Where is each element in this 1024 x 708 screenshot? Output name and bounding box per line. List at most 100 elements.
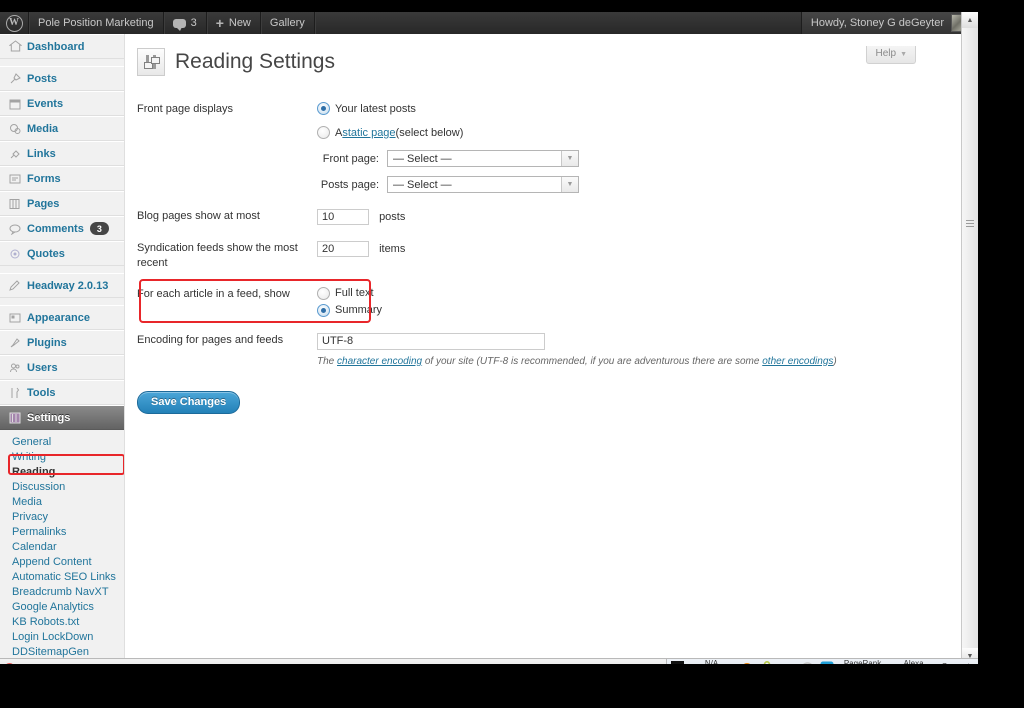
pagerank-indicator[interactable]: PageRank	[840, 658, 886, 664]
front-page-displays-label: Front page displays	[137, 103, 233, 115]
admin-bar-gallery[interactable]: Gallery	[261, 12, 315, 34]
sidebar-item-forms[interactable]: Forms	[0, 166, 124, 191]
static-page-prefix: A	[335, 126, 343, 139]
comment-bubble-icon	[172, 18, 186, 31]
admin-bar-site-name[interactable]: Pole Position Marketing	[29, 12, 164, 34]
sidebar-item-quotes[interactable]: Quotes	[0, 241, 124, 266]
circle-icon[interactable]	[800, 661, 815, 664]
posts-page-select[interactable]: — Select — ▼	[387, 176, 579, 193]
sidebar-subitem-media[interactable]: Media	[0, 494, 124, 509]
character-encoding-link[interactable]: character encoding	[337, 356, 422, 367]
sidebar-item-settings[interactable]: Settings	[0, 405, 132, 430]
submenu-label: General	[12, 435, 52, 448]
sidebar-item-users[interactable]: Users	[0, 355, 124, 380]
stop-icon[interactable]: ■	[4, 662, 15, 664]
sidebar-item-tools[interactable]: Tools	[0, 380, 124, 405]
alexa-indicator[interactable]: Alexa	[891, 659, 937, 664]
chevron-down-icon[interactable]: ▼	[561, 177, 578, 192]
submenu-label: Permalinks	[12, 525, 67, 538]
sidebar-item-posts[interactable]: Posts	[0, 66, 124, 91]
radio-icon[interactable]	[317, 286, 330, 300]
admin-bar-account[interactable]: Howdy, Stoney G deGeyter	[800, 12, 978, 34]
sidebar-subitem-kb-robots-txt[interactable]: KB Robots.txt	[0, 614, 124, 629]
seo-bird-icon[interactable]	[780, 661, 795, 665]
wordpress-logo-button[interactable]: W	[0, 12, 29, 34]
radio-icon[interactable]	[317, 126, 330, 139]
sidebar-subitem-automatic-seo-links[interactable]: Automatic SEO Links	[0, 569, 124, 584]
sidebar-item-pages[interactable]: Pages	[0, 191, 124, 216]
admin-bar-new[interactable]: + New	[207, 12, 261, 34]
submenu-label: Calendar	[12, 540, 57, 553]
help-tab-button[interactable]: Help ▼	[866, 46, 916, 64]
page-header: Reading Settings	[125, 34, 963, 76]
settings-icon	[8, 411, 22, 425]
settings-sliders-icon	[137, 48, 165, 76]
sidebar-subitem-calendar[interactable]: Calendar	[0, 539, 124, 554]
front-page-select[interactable]: — Select — ▼	[387, 150, 579, 167]
save-changes-button[interactable]: Save Changes	[137, 390, 241, 414]
sidebar-subitem-writing[interactable]: Writing	[0, 449, 124, 464]
sidebar-item-appearance[interactable]: Appearance	[0, 305, 124, 330]
sidebar-label: Pages	[27, 197, 60, 210]
plugins-icon	[8, 336, 22, 350]
vertical-scrollbar[interactable]: ▲ ▼	[961, 12, 978, 664]
phone-icon[interactable]: ☎	[670, 660, 684, 664]
submenu-label: Privacy	[12, 510, 49, 523]
sidebar-item-dashboard[interactable]: Dashboard	[0, 34, 124, 59]
sidebar-label: Media	[27, 122, 59, 135]
sidebar-item-media[interactable]: Media	[0, 116, 124, 141]
browser-status-bar: ■ ▼ Done ☎ N/A	[0, 658, 978, 664]
reading-settings-form: Front page displays Your latest posts A …	[137, 94, 837, 375]
sidebar-item-headway[interactable]: Headway 2.0.13	[0, 273, 124, 298]
sidebar-subitem-ddsitemapgen[interactable]: DDSitemapGen	[0, 644, 124, 659]
radio-static-page[interactable]: A static page (select below)	[317, 126, 837, 139]
wp-admin-bar: W Pole Position Marketing 3 + New Galler…	[0, 12, 978, 34]
sidebar-subitem-permalinks[interactable]: Permalinks	[0, 524, 124, 539]
sidebar-subitem-privacy[interactable]: Privacy	[0, 509, 124, 524]
submenu-label: Append Content	[12, 555, 92, 568]
row-encoding: Encoding for pages and feeds The charact…	[137, 325, 837, 375]
sidebar-subitem-google-analytics[interactable]: Google Analytics	[0, 599, 124, 614]
sidebar-item-events[interactable]: Events	[0, 91, 124, 116]
static-page-link[interactable]: static page	[342, 127, 395, 139]
encoding-input[interactable]	[317, 332, 545, 350]
sidebar-item-links[interactable]: Links	[0, 141, 124, 166]
compete-label[interactable]: Compete	[942, 662, 974, 664]
chevron-down-icon[interactable]: ▼	[561, 151, 578, 166]
blog-pages-input[interactable]	[317, 209, 369, 225]
sidebar-subitem-breadcrumb-navxt[interactable]: Breadcrumb NavXT	[0, 584, 124, 599]
row-feed-article: For each article in a feed, show Full te…	[137, 279, 837, 325]
users-icon	[8, 361, 22, 375]
main-content: Help ▼ Reading Settings Front page displa…	[124, 34, 963, 664]
radio-icon-selected[interactable]	[317, 303, 330, 317]
sidebar-subitem-reading[interactable]: Reading	[0, 464, 124, 479]
pagerank-label: PageRank	[843, 658, 882, 664]
syndication-input[interactable]	[317, 241, 369, 257]
admin-bar-comments[interactable]: 3	[164, 12, 207, 34]
form-icon	[8, 172, 22, 186]
appearance-icon	[8, 311, 22, 325]
radio-icon-selected[interactable]	[317, 102, 330, 115]
sidebar-item-comments[interactable]: Comments 3	[0, 216, 124, 241]
scrollbar-thumb-grip-icon[interactable]	[966, 220, 974, 229]
scroll-up-arrow-icon[interactable]: ▲	[962, 12, 978, 28]
static-page-suffix: (select below)	[395, 126, 464, 139]
sidebar-subitem-discussion[interactable]: Discussion	[0, 479, 124, 494]
at-icon[interactable]: @	[820, 661, 835, 664]
radio-summary[interactable]: Summary	[317, 303, 837, 317]
screenshot-root: W Pole Position Marketing 3 + New Galler…	[0, 0, 1024, 708]
ankh-icon[interactable]	[760, 661, 775, 664]
settings-submenu: General Writing Reading Discussion Media…	[0, 430, 124, 664]
sidebar-subitem-login-lockdown[interactable]: Login LockDown	[0, 629, 124, 644]
radio-full-text[interactable]: Full text	[317, 286, 837, 300]
browser-toolbar-addons: ☎ N/A @	[665, 658, 978, 665]
sidebar-subitem-general[interactable]: General	[0, 434, 124, 449]
sidebar-item-plugins[interactable]: Plugins	[0, 330, 124, 355]
other-encodings-link[interactable]: other encodings	[762, 356, 833, 367]
sidebar-subitem-append-content[interactable]: Append Content	[0, 554, 124, 569]
site-name-label: Pole Position Marketing	[38, 17, 154, 29]
quotes-icon	[8, 247, 22, 261]
firefox-icon[interactable]	[740, 661, 755, 664]
radio-your-latest-posts[interactable]: Your latest posts	[317, 102, 837, 115]
na-indicator[interactable]: N/A	[689, 659, 735, 664]
